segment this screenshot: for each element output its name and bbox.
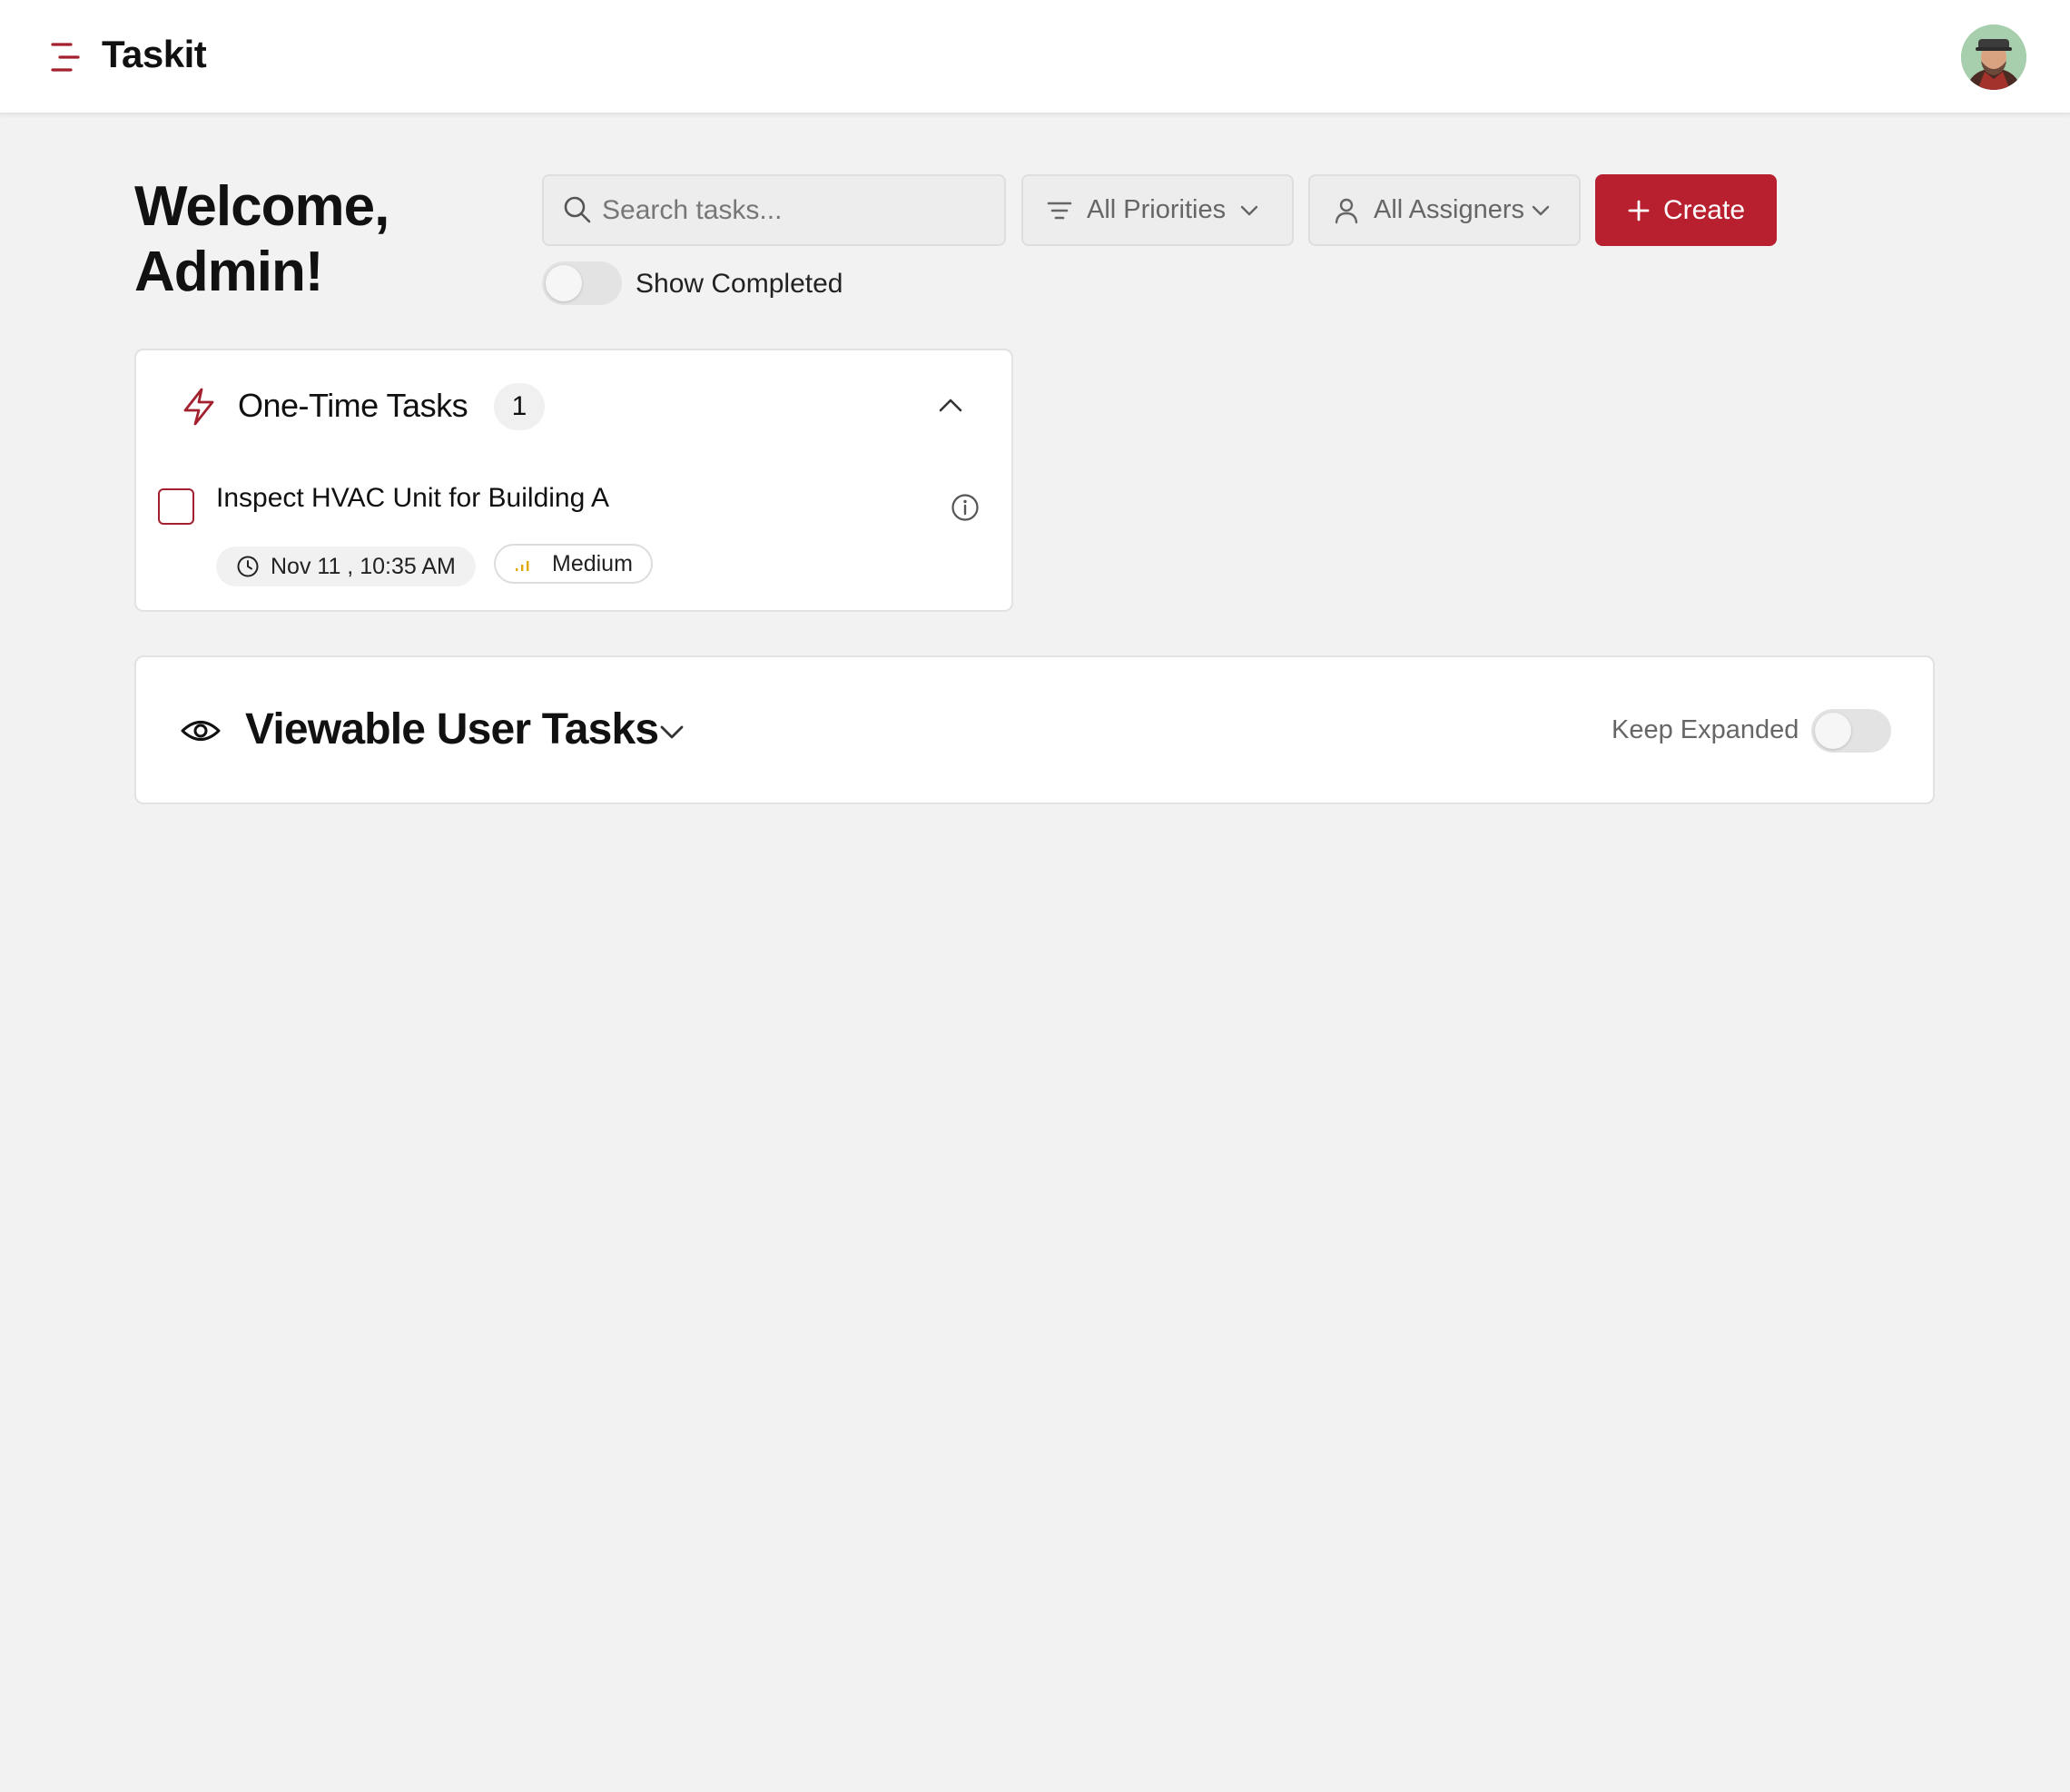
show-completed-toggle[interactable] [542, 261, 622, 305]
toggle-knob [1815, 713, 1851, 749]
plus-icon [1628, 200, 1650, 221]
search-input[interactable] [602, 178, 992, 243]
priority-chip: Medium [494, 544, 653, 584]
show-completed-label: Show Completed [636, 269, 843, 299]
viewable-user-tasks-card: Viewable User Tasks Keep Expanded [134, 655, 1935, 804]
bolt-icon [183, 388, 214, 426]
info-icon[interactable] [950, 492, 981, 523]
user-avatar[interactable] [1961, 25, 2026, 90]
welcome-line-2: Admin! [134, 241, 324, 303]
due-date-text: Nov 11 , 10:35 AM [271, 553, 456, 579]
user-icon [1335, 198, 1358, 223]
app-title: Taskit [102, 33, 207, 75]
chevron-up-icon[interactable] [935, 390, 966, 421]
top-bar: Taskit [0, 0, 2070, 114]
one-time-tasks-title: One-Time Tasks [238, 387, 468, 424]
clock-icon [237, 556, 259, 577]
priority-filter-dropdown[interactable]: All Priorities [1021, 174, 1294, 246]
assigner-filter-dropdown[interactable]: All Assigners [1308, 174, 1581, 246]
task-title[interactable]: Inspect HVAC Unit for Building A [216, 483, 609, 514]
search-box[interactable] [542, 174, 1006, 246]
due-date-chip: Nov 11 , 10:35 AM [216, 546, 476, 586]
priority-text: Medium [552, 550, 633, 576]
assigner-filter-label: All Assigners [1374, 195, 1525, 224]
chevron-down-icon [1532, 205, 1550, 215]
keep-expanded-toggle[interactable] [1811, 709, 1891, 753]
signal-bars-icon [516, 561, 529, 571]
create-button[interactable]: Create [1595, 174, 1777, 246]
eye-icon [181, 721, 221, 741]
welcome-heading: Welcome, Admin! [134, 174, 516, 305]
viewable-user-tasks-title: Viewable User Tasks [245, 705, 659, 753]
chevron-down-icon [1240, 205, 1258, 215]
search-icon [564, 196, 591, 223]
task-count-badge: 1 [494, 383, 545, 430]
toggle-knob [546, 265, 582, 301]
welcome-line-1: Welcome, [134, 175, 389, 238]
one-time-tasks-card: One-Time Tasks 1 Inspect HVAC Unit for B… [134, 349, 1013, 612]
menu-icon[interactable] [51, 42, 80, 73]
chevron-down-icon[interactable] [656, 715, 688, 748]
task-checkbox[interactable] [158, 488, 194, 525]
priority-filter-label: All Priorities [1087, 195, 1227, 224]
create-button-label: Create [1662, 194, 1746, 225]
keep-expanded-label: Keep Expanded [1612, 715, 1799, 744]
avatar-image [1961, 25, 2026, 90]
filter-icon [1047, 202, 1072, 219]
